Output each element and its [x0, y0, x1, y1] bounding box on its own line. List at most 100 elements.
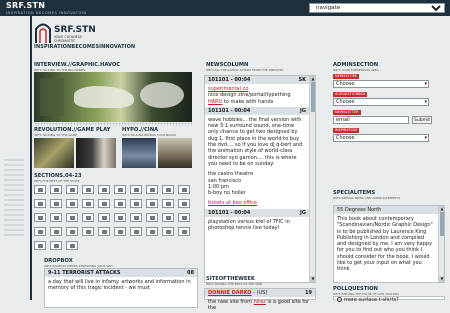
section-button[interactable] [114, 199, 126, 208]
section-button[interactable] [66, 185, 78, 194]
submit-button[interactable]: Submit [412, 116, 432, 124]
suggestionbox-label: SUGGESTIONBOX [333, 92, 368, 97]
news-item-body: playstation versus krel of TFIC in photo… [208, 218, 290, 232]
section-button[interactable] [178, 213, 190, 222]
section-button[interactable] [178, 199, 190, 208]
scroll-thumb[interactable] [440, 212, 444, 236]
section-button[interactable] [34, 185, 46, 194]
news-link[interactable]: superimental.co [208, 86, 248, 92]
section-button[interactable] [146, 213, 158, 222]
revolution-subtitle: WE'S TALKING TO THE GAME [34, 133, 78, 137]
brand-title[interactable]: SRF.STN [6, 1, 45, 10]
section-button[interactable] [114, 185, 126, 194]
scroll-thumb[interactable] [311, 82, 315, 112]
section-button[interactable] [82, 213, 94, 222]
top-bar: SRF.STN INSPIRATION BECOMES INNOVATION n… [0, 0, 450, 16]
section-button[interactable] [34, 199, 46, 208]
news-item-id: 101101 - 00:04 [208, 77, 251, 83]
section-button[interactable] [114, 213, 126, 222]
special-item-body: This book about contemporary "Scandinavi… [337, 216, 433, 273]
section-button[interactable] [98, 227, 110, 236]
section-button[interactable] [162, 199, 174, 208]
section-button[interactable] [34, 241, 46, 250]
special-panel: 55 Degrees North This book about contemp… [333, 205, 445, 283]
newscolumn-subtitle: WE'S ALL THE LATEST GOSSIP FROM THE INDU… [206, 68, 284, 72]
revolution-thumb-1[interactable] [34, 138, 74, 168]
dotted-separator [34, 122, 192, 126]
section-button[interactable] [146, 185, 158, 194]
section-button[interactable] [178, 227, 190, 236]
section-button[interactable] [66, 213, 78, 222]
section-button[interactable] [130, 213, 142, 222]
section-button[interactable] [34, 227, 46, 236]
section-button[interactable] [50, 213, 62, 222]
news-extra: b-boy no holler [208, 190, 246, 197]
siteweek-item-name[interactable]: DONNIE DARKO [208, 290, 252, 296]
newsstore-select[interactable]: Choose [333, 80, 429, 88]
news-item-code: SK [298, 77, 306, 83]
section-button[interactable] [50, 185, 62, 194]
section-button[interactable] [146, 227, 158, 236]
section-button[interactable] [162, 227, 174, 236]
siteweek-region: (US) [256, 290, 268, 296]
section-button[interactable] [50, 199, 62, 208]
news-text: to make with hands [223, 98, 274, 105]
section-button[interactable] [178, 185, 190, 194]
brand-tagline: INSPIRATION BECOMES INNOVATION [6, 10, 87, 15]
suggestionbox-select[interactable]: Choose [333, 98, 429, 106]
scroll-down-icon[interactable]: ▼ [439, 276, 445, 282]
section-button[interactable] [130, 185, 142, 194]
section-button[interactable] [66, 199, 78, 208]
section-button[interactable] [50, 241, 62, 250]
dropbox-item-number: 08 [187, 270, 194, 276]
decorative-bars [4, 156, 24, 236]
section-button[interactable] [162, 213, 174, 222]
section-button[interactable] [162, 185, 174, 194]
dropbox-item-title[interactable]: 9-11 TERRORIST ATTACKS [48, 270, 121, 276]
news-item-body: superimental.co nice design zine/portal/… [205, 84, 309, 107]
special-item-title[interactable]: 55 Degrees North [334, 206, 438, 214]
news-item-head: 101101 - 00:04 JG [205, 208, 309, 217]
interview-feature-image[interactable] [34, 72, 192, 122]
section-button[interactable] [66, 227, 78, 236]
news-item-id: 101101 - 00:04 [208, 107, 251, 114]
section-button[interactable] [114, 227, 126, 236]
news-link[interactable]: tickets at box office [208, 200, 257, 206]
left-rail [0, 16, 30, 300]
revolution-thumb-2[interactable] [76, 138, 116, 168]
section-button[interactable] [82, 185, 94, 194]
section-button[interactable] [34, 213, 46, 222]
newsletter-label: NEWSLETTER [333, 110, 361, 115]
section-button[interactable] [82, 227, 94, 236]
poll-question: more surface t-shirts? [344, 297, 399, 303]
siteweek-panel: DONNIE DARKO - (US) 19 the new site from… [204, 288, 316, 311]
inspiration-label: INSPIRATION [333, 128, 359, 133]
news-text: wave hobbies... the final version with n… [208, 116, 303, 167]
section-button[interactable] [50, 227, 62, 236]
section-button[interactable] [98, 213, 110, 222]
newsletter-row: email Submit [333, 116, 441, 124]
news-item-id: 101101 - 00:04 [208, 209, 251, 216]
siteweek-subtitle: WE'S PICKING THE BEST OF THE WEB [206, 282, 263, 286]
admin-subtitle: WE'S YOUR SUBMISSION AREA [333, 68, 379, 72]
section-button[interactable] [98, 185, 110, 194]
logo[interactable]: SRF.STN ISSUE COOLNESS CHROMASTIC INSPIR… [34, 19, 160, 50]
section-button[interactable] [82, 199, 94, 208]
section-button[interactable] [130, 227, 142, 236]
section-button[interactable] [98, 199, 110, 208]
siteweek-body: the new site from hlrez is a good site f… [208, 299, 310, 311]
section-button[interactable] [146, 199, 158, 208]
hypo-thumb-2[interactable] [158, 138, 192, 168]
news-scrollbar[interactable]: ▲ ▼ [309, 76, 316, 282]
navigate-select[interactable]: navigate [309, 3, 445, 13]
special-scrollbar[interactable]: ▲ ▼ [438, 206, 445, 282]
hypo-subtitle: WE'S TALKING BEHIND YOUR BACKS [122, 133, 177, 137]
section-button[interactable] [66, 241, 78, 250]
news-link[interactable]: HARU [208, 99, 222, 105]
sections-subtitle: WE'S THE BEST OF THE STUFF [34, 179, 80, 183]
section-button[interactable] [130, 199, 142, 208]
inspiration-select[interactable]: Choose [333, 134, 429, 142]
hypo-thumb-1[interactable] [122, 138, 156, 168]
scroll-down-icon[interactable]: ▼ [310, 276, 316, 282]
email-field[interactable]: email [333, 116, 409, 124]
